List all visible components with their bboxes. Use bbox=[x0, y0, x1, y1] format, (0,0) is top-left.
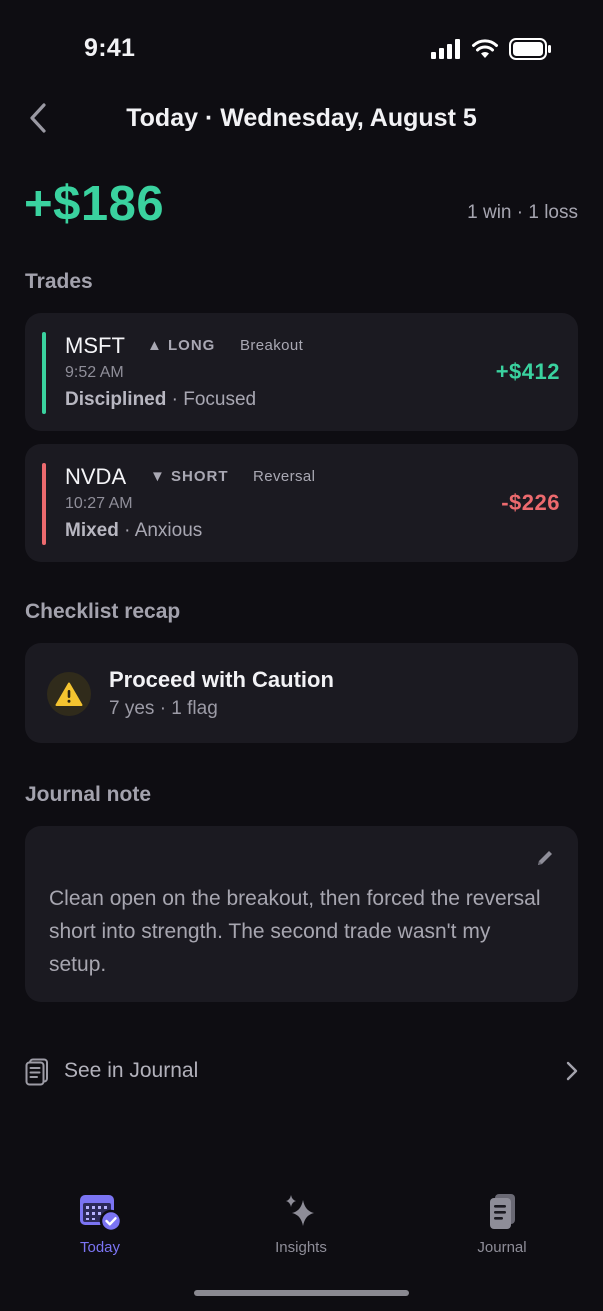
journal-note-text: Clean open on the breakout, then forced … bbox=[49, 887, 541, 976]
tab-today[interactable]: Today bbox=[35, 1192, 165, 1256]
battery-icon bbox=[509, 38, 551, 60]
trade-time: 9:52 AM bbox=[65, 364, 124, 381]
trade-result-bar bbox=[42, 463, 46, 545]
trade-direction: ▲ LONG bbox=[147, 337, 216, 354]
page-title: Today · Wednesday, August 5 bbox=[126, 104, 477, 132]
trade-card[interactable]: NVDA ▼ SHORT Reversal 10:27 AM Mixed · A… bbox=[25, 444, 578, 562]
tab-label: Today bbox=[79, 1239, 121, 1256]
trade-amount: +$412 bbox=[495, 359, 560, 384]
trade-ticker: MSFT bbox=[65, 333, 125, 358]
navigation-bar: Today · Wednesday, August 5 bbox=[0, 96, 603, 142]
checklist-summary: 7 yes · 1 flag bbox=[109, 698, 218, 719]
trade-ticker: NVDA bbox=[65, 464, 127, 489]
trade-setup-tag: Reversal bbox=[253, 468, 316, 485]
warning-icon bbox=[55, 682, 83, 706]
cellular-signal-icon bbox=[431, 39, 460, 59]
warning-badge bbox=[47, 672, 91, 716]
document-icon bbox=[25, 1058, 48, 1086]
calendar-check-icon bbox=[80, 1195, 123, 1233]
tab-label: Journal bbox=[477, 1239, 527, 1256]
trade-mood: Disciplined · Focused bbox=[65, 389, 256, 411]
tab-bar: Today Insights Journal bbox=[0, 1180, 603, 1280]
trade-time: 10:27 AM bbox=[65, 495, 133, 512]
journal-icon bbox=[490, 1194, 515, 1229]
tab-label: Insights bbox=[275, 1239, 327, 1256]
chevron-right-icon bbox=[566, 1061, 578, 1081]
home-indicator bbox=[194, 1290, 409, 1296]
checklist-verdict: Proceed with Caution bbox=[109, 667, 334, 692]
tab-insights[interactable]: Insights bbox=[236, 1192, 366, 1256]
trade-card[interactable]: MSFT ▲ LONG Breakout 9:52 AM Disciplined… bbox=[25, 313, 578, 431]
sparkles-icon bbox=[286, 1195, 314, 1226]
see-in-journal-label: See in Journal bbox=[64, 1059, 199, 1082]
status-bar: 9:41 bbox=[0, 0, 603, 96]
see-in-journal-link[interactable]: See in Journal bbox=[25, 1052, 578, 1092]
journal-note-card: Clean open on the breakout, then forced … bbox=[25, 826, 578, 1002]
trade-direction: ▼ SHORT bbox=[150, 468, 229, 485]
trade-mood-primary: Mixed bbox=[65, 520, 119, 541]
trades-heading: Trades bbox=[25, 270, 93, 293]
trade-mood: Mixed · Anxious bbox=[65, 520, 202, 542]
trade-amount: -$226 bbox=[501, 490, 560, 515]
trade-mood-secondary: · Focused bbox=[166, 389, 257, 410]
tab-journal[interactable]: Journal bbox=[437, 1192, 567, 1256]
edit-note-button[interactable] bbox=[534, 847, 556, 869]
trade-setup-tag: Breakout bbox=[240, 337, 304, 354]
checklist-heading: Checklist recap bbox=[25, 600, 181, 623]
trade-mood-primary: Disciplined bbox=[65, 389, 167, 410]
daily-pnl: +$186 bbox=[24, 177, 165, 231]
trade-result-bar bbox=[42, 332, 46, 414]
win-loss-record: 1 win · 1 loss bbox=[467, 202, 578, 223]
trade-mood-secondary: · Anxious bbox=[118, 520, 203, 541]
wifi-icon bbox=[472, 39, 498, 58]
status-time: 9:41 bbox=[84, 34, 136, 62]
checklist-recap-card[interactable]: Proceed with Caution 7 yes · 1 flag bbox=[25, 643, 578, 743]
pencil-icon bbox=[538, 851, 552, 865]
journal-note-heading: Journal note bbox=[25, 783, 152, 806]
status-icons bbox=[431, 38, 551, 60]
